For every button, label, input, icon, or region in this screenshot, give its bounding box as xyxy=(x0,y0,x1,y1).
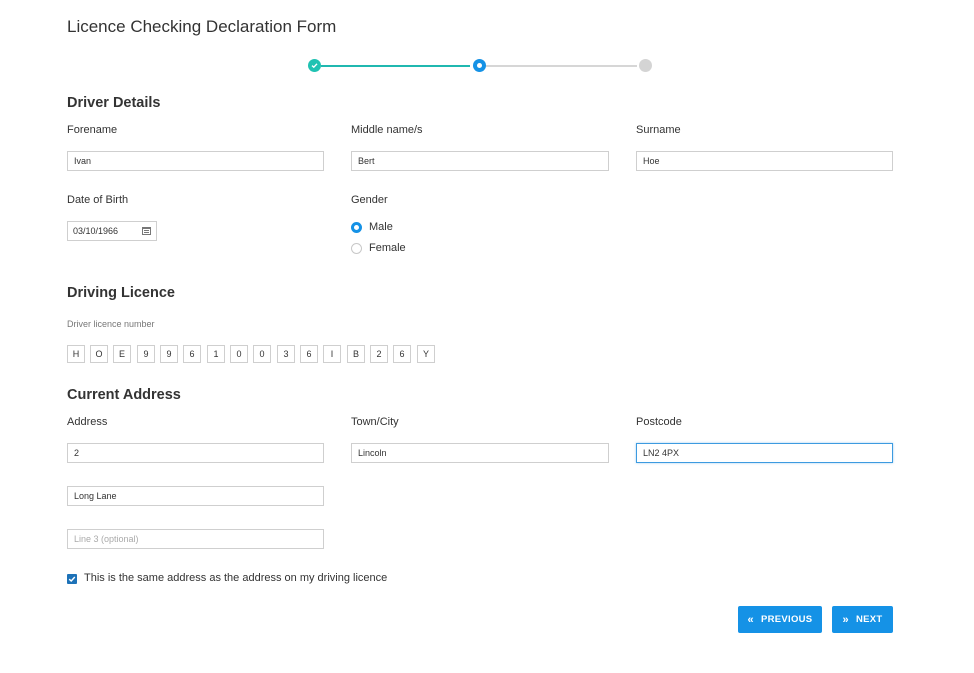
gender-label: Gender xyxy=(351,194,388,206)
double-chevron-right-icon: » xyxy=(842,613,849,626)
licence-char-box[interactable]: 1 xyxy=(207,345,225,363)
licence-char-box[interactable]: O xyxy=(90,345,108,363)
page-title: Licence Checking Declaration Form xyxy=(67,17,337,36)
same-address-label[interactable]: This is the same address as the address … xyxy=(84,572,387,584)
surname-input[interactable]: Hoe xyxy=(636,151,893,171)
stepper-line-complete xyxy=(321,65,470,67)
town-input[interactable]: Lincoln xyxy=(351,443,609,463)
address-line1-input[interactable]: 2 xyxy=(67,443,324,463)
licence-char-box[interactable]: 6 xyxy=(183,345,201,363)
middle-name-input[interactable]: Bert xyxy=(351,151,609,171)
address-line2-input[interactable]: Long Lane xyxy=(67,486,324,506)
forename-label: Forename xyxy=(67,124,118,136)
gender-radio-male[interactable]: Male xyxy=(351,221,393,233)
licence-char-box[interactable]: H xyxy=(67,345,85,363)
dob-date-input[interactable]: 03/10/1966 xyxy=(67,221,157,241)
licence-char-box[interactable]: E xyxy=(113,345,131,363)
address-label: Address xyxy=(67,416,108,428)
calendar-icon[interactable] xyxy=(142,227,151,235)
licence-char-box[interactable]: Y xyxy=(417,345,435,363)
licence-char-box[interactable]: 6 xyxy=(393,345,411,363)
gender-option-label: Male xyxy=(369,221,393,233)
licence-char-box[interactable]: 2 xyxy=(370,345,388,363)
dob-value: 03/10/1966 xyxy=(73,226,119,236)
licence-char-box[interactable]: 6 xyxy=(300,345,318,363)
gender-radio-female[interactable]: Female xyxy=(351,242,406,254)
previous-button[interactable]: « PREVIOUS xyxy=(738,606,822,633)
licence-char-box[interactable]: 0 xyxy=(230,345,248,363)
next-button[interactable]: » NEXT xyxy=(832,606,893,633)
radio-unselected-icon xyxy=(351,242,362,254)
section-current-address: Current Address xyxy=(67,387,181,403)
step-current xyxy=(473,59,486,72)
address-line3-input[interactable]: Line 3 (optional) xyxy=(67,529,324,549)
previous-button-label: PREVIOUS xyxy=(760,614,813,625)
town-label: Town/City xyxy=(351,416,399,428)
licence-number-label: Driver licence number xyxy=(67,319,155,329)
step-complete-check-icon xyxy=(308,59,321,72)
same-address-checkbox[interactable] xyxy=(67,574,77,584)
step-pending xyxy=(639,59,652,72)
next-button-label: NEXT xyxy=(855,614,883,625)
licence-char-box[interactable]: 3 xyxy=(277,345,295,363)
licence-char-box[interactable]: 9 xyxy=(160,345,178,363)
double-chevron-left-icon: « xyxy=(747,613,754,626)
section-driving-licence: Driving Licence xyxy=(67,285,175,301)
licence-char-box[interactable]: 9 xyxy=(137,345,155,363)
surname-label: Surname xyxy=(636,124,681,136)
licence-char-box[interactable]: 0 xyxy=(253,345,271,363)
stepper-line-pending xyxy=(486,65,637,67)
dob-label: Date of Birth xyxy=(67,194,129,206)
postcode-label: Postcode xyxy=(636,416,682,428)
licence-char-box[interactable]: I xyxy=(323,345,341,363)
forename-input[interactable]: Ivan xyxy=(67,151,324,171)
licence-char-box[interactable]: B xyxy=(347,345,365,363)
postcode-input[interactable]: LN2 4PX xyxy=(636,443,893,463)
progress-stepper xyxy=(308,59,652,73)
middle-name-label: Middle name/s xyxy=(351,124,423,136)
section-driver-details: Driver Details xyxy=(67,95,161,111)
gender-option-label: Female xyxy=(369,242,406,254)
radio-selected-icon xyxy=(351,221,362,233)
